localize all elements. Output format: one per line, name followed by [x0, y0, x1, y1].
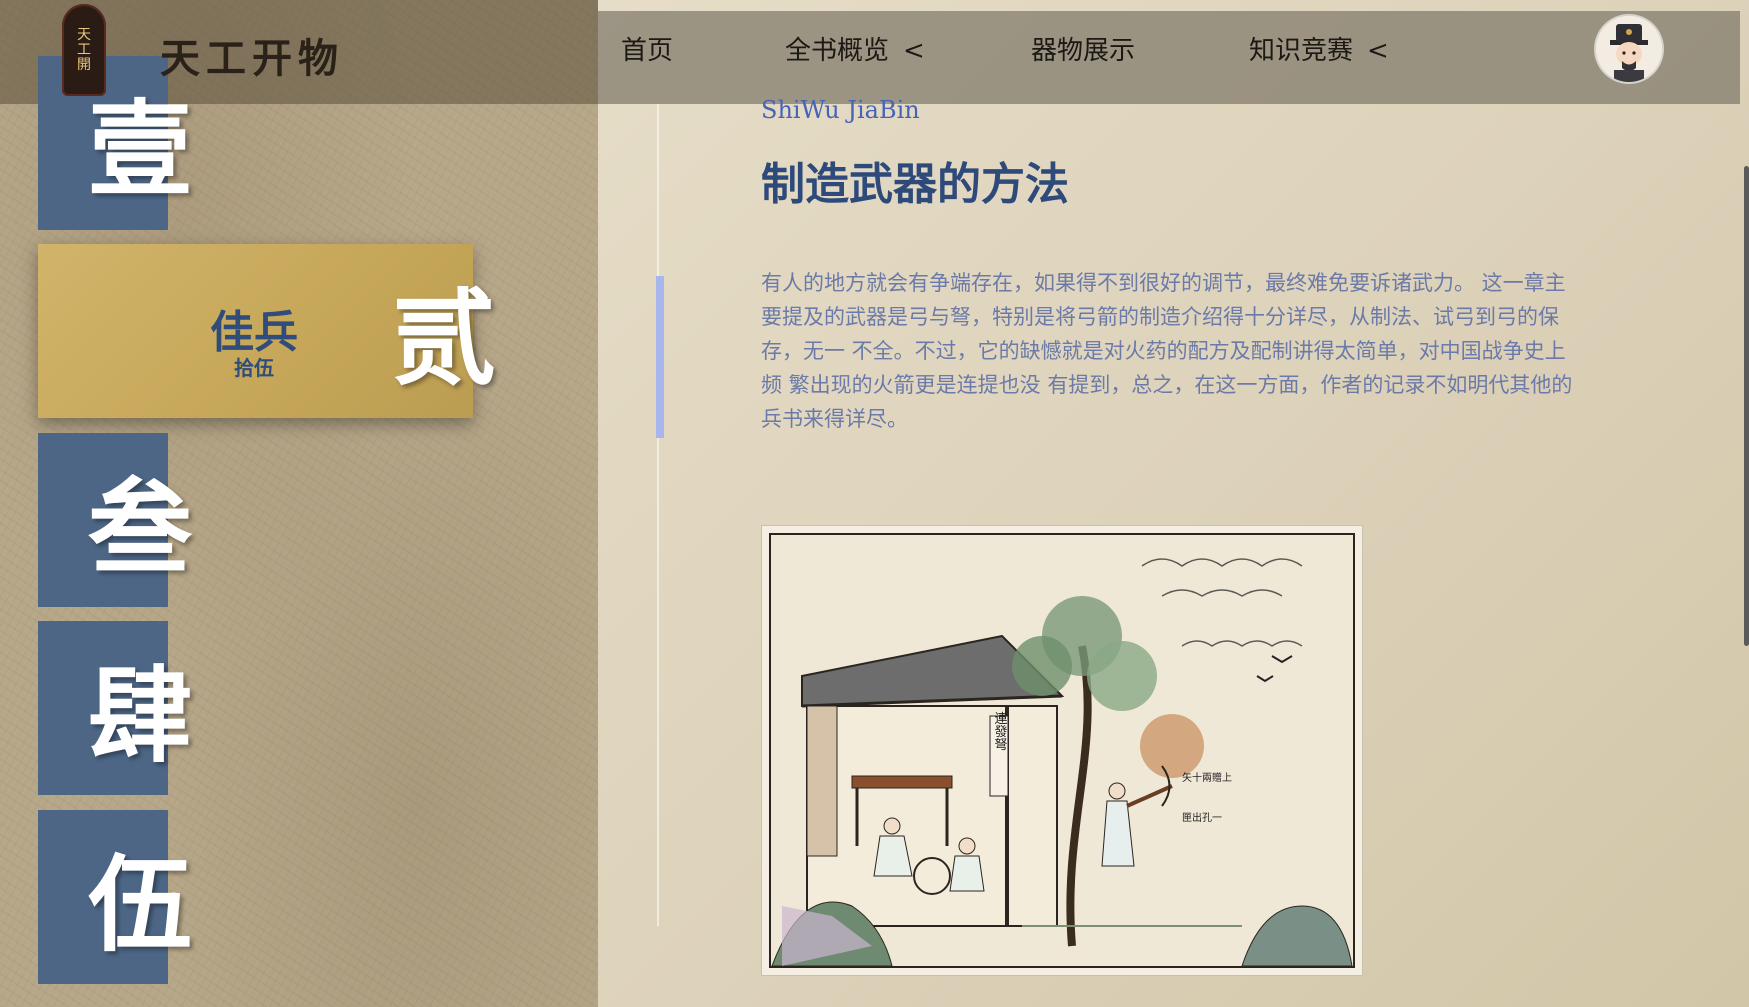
illustration-sign: 連發弩 — [992, 712, 1008, 751]
quote-accent-bar — [656, 276, 664, 438]
seal-char: 開 — [77, 56, 91, 73]
chapter-numeral: 叁 — [88, 466, 193, 589]
crossbow-workshop-image: 連發弩 矢十兩贈上 匣出孔一 — [769, 533, 1355, 968]
nav-label: 全书概览 — [785, 36, 890, 66]
chevron-left-icon: < — [903, 36, 925, 66]
nav-item-quiz[interactable]: 知识竞赛 < — [1249, 30, 1389, 67]
chevron-left-icon: < — [1367, 36, 1389, 66]
content-divider — [657, 104, 659, 926]
nav-label: 知识竞赛 — [1249, 36, 1354, 66]
seal-char: 天 — [77, 26, 91, 43]
logo-seal-icon[interactable]: 天 工 開 — [62, 4, 106, 96]
chapter-numeral: 贰 — [392, 277, 497, 400]
nav-label: 器物展示 — [1031, 36, 1136, 66]
chapter-romanization: ShiWu JiaBin — [761, 96, 920, 124]
user-avatar[interactable] — [1596, 16, 1662, 82]
chapter-numeral: 肆 — [88, 654, 193, 777]
nav-item-artifacts[interactable]: 器物展示 — [1031, 30, 1135, 67]
site-title[interactable]: 天工开物 — [160, 26, 344, 84]
illustration-label: 匣出孔一 — [1182, 811, 1222, 824]
nav-item-home[interactable]: 首页 — [621, 30, 673, 67]
nav-label: 首页 — [621, 36, 674, 66]
scholar-avatar-icon — [1596, 16, 1662, 82]
illustration-label: 矢十兩贈上 — [1182, 771, 1232, 784]
top-navbar — [598, 11, 1740, 104]
active-chapter-subtitle: 拾伍 — [234, 356, 274, 380]
page-scrollbar[interactable] — [1744, 166, 1749, 646]
chapter-numeral: 伍 — [88, 843, 193, 966]
seal-char: 工 — [77, 41, 91, 58]
nav-item-overview[interactable]: 全书概览 < — [785, 30, 925, 67]
woodblock-illustration: 連發弩 矢十兩贈上 匣出孔一 — [761, 525, 1363, 976]
chapter-description: 有人的地方就会有争端存在，如果得不到很好的调节，最终难免要诉诸武力。 这一章主要… — [761, 271, 1573, 431]
chapter-numeral: 壹 — [88, 88, 193, 211]
active-chapter-title: 佳兵 — [210, 307, 298, 358]
section-title: 制造武器的方法 — [761, 159, 1069, 210]
